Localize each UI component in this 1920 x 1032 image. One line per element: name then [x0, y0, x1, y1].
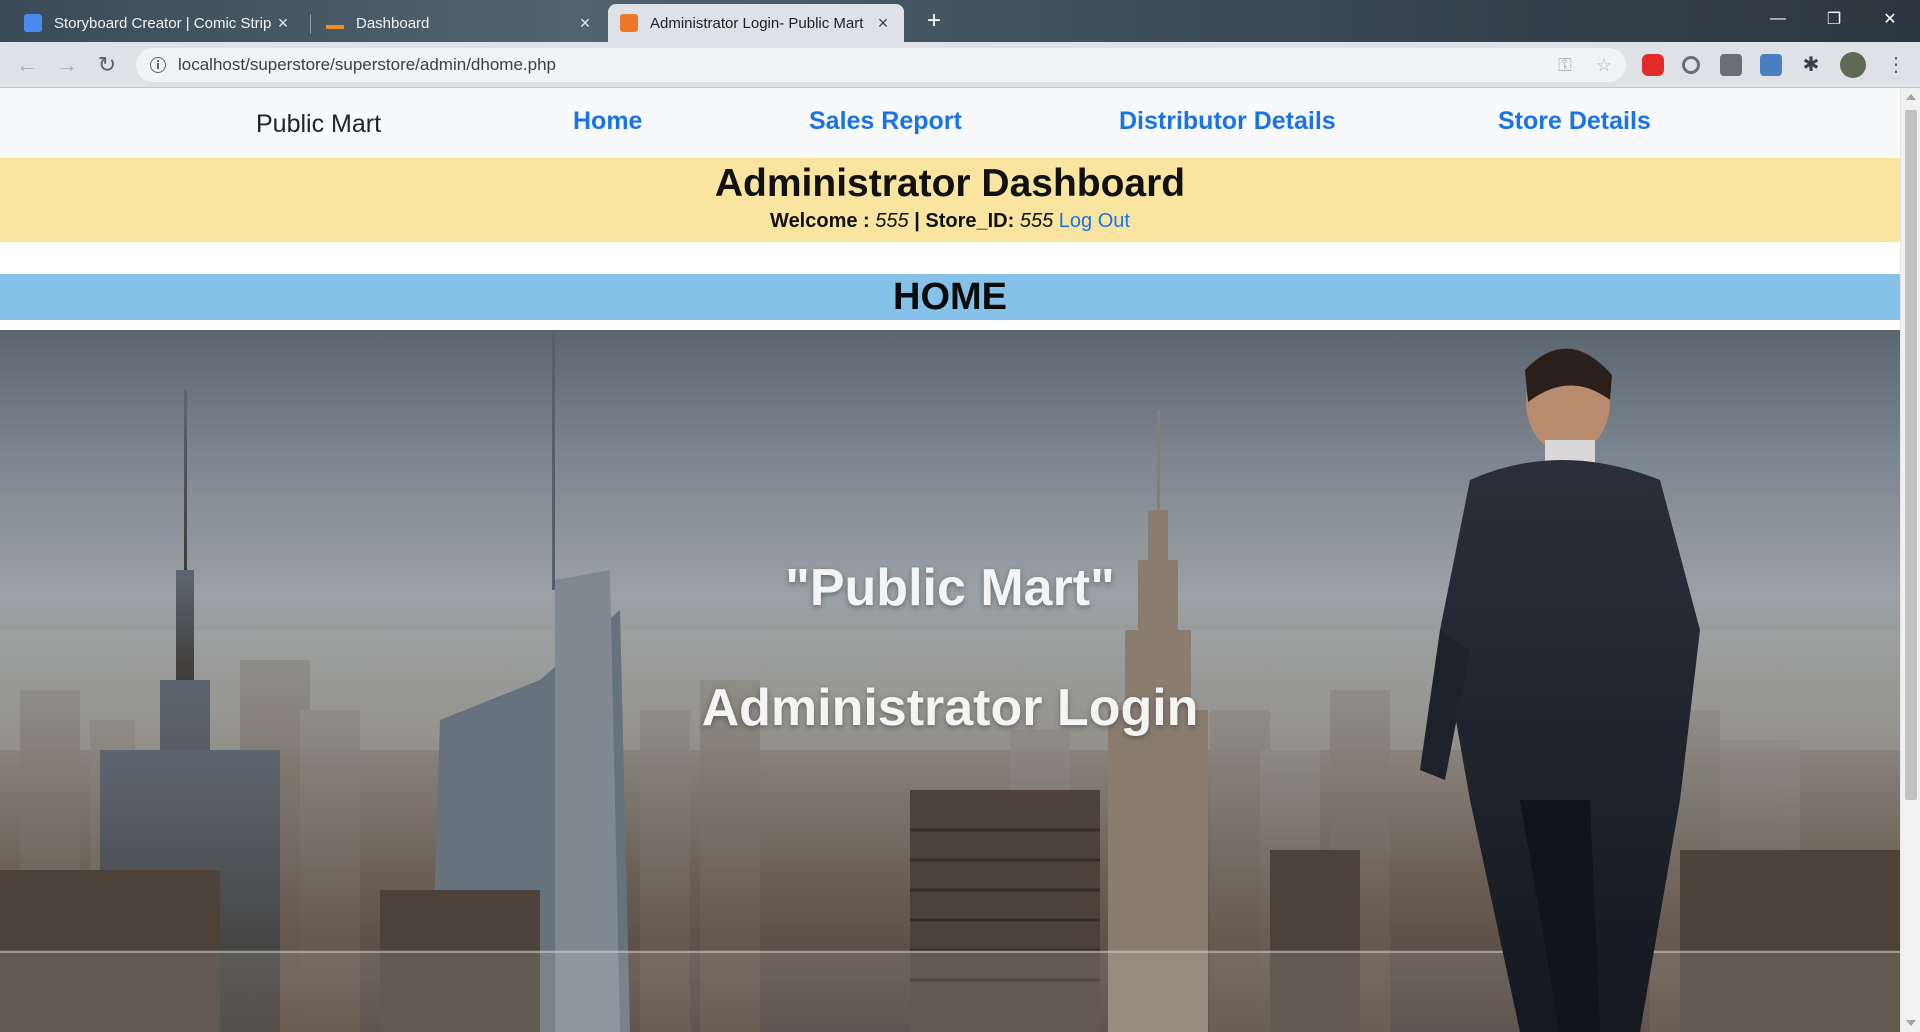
- shield-extension-icon[interactable]: [1642, 54, 1664, 76]
- scroll-down-arrow-icon[interactable]: [1906, 1020, 1916, 1026]
- url-text: localhost/superstore/superstore/admin/dh…: [178, 55, 556, 74]
- facebook-extension-icon[interactable]: [1720, 54, 1742, 76]
- close-window-button[interactable]: ✕: [1862, 0, 1918, 38]
- storyboard-favicon-icon: [24, 14, 42, 32]
- welcome-line: Welcome : 555 | Store_ID: 555 Log Out: [0, 210, 1900, 233]
- tab-separator: [310, 14, 311, 34]
- reload-button[interactable]: ↻: [92, 50, 122, 80]
- nav-link-home[interactable]: Home: [573, 107, 642, 136]
- nav-link-store-details[interactable]: Store Details: [1498, 107, 1651, 136]
- tab-title: Administrator Login- Public Mart: [650, 14, 864, 32]
- logout-link[interactable]: Log Out: [1059, 210, 1130, 232]
- close-icon[interactable]: ×: [576, 14, 594, 32]
- hero-banner: "Public Mart" Administrator Login: [0, 330, 1900, 1032]
- site-navbar: Public Mart Home Sales Report Distributo…: [0, 88, 1900, 158]
- welcome-label: Welcome :: [770, 210, 870, 232]
- key-icon[interactable]: ⚿: [1558, 55, 1572, 76]
- xampp-favicon-icon: [620, 14, 638, 32]
- close-icon[interactable]: ×: [874, 14, 892, 32]
- hero-subtitle: Administrator Login: [701, 679, 1199, 737]
- browser-toolbar: ← → ↻ localhost/superstore/superstore/ad…: [0, 42, 1920, 88]
- close-icon[interactable]: ×: [274, 14, 292, 32]
- download-extension-icon[interactable]: [1760, 54, 1782, 76]
- hero-quote: "Public Mart": [785, 559, 1115, 617]
- store-label: | Store_ID:: [914, 210, 1015, 232]
- browser-tab[interactable]: Dashboard ×: [314, 4, 606, 42]
- info-icon[interactable]: [150, 57, 166, 73]
- scroll-thumb[interactable]: [1905, 110, 1917, 800]
- profile-avatar[interactable]: [1840, 52, 1866, 78]
- browser-titlebar: Storyboard Creator | Comic Strip × Dashb…: [0, 0, 1920, 42]
- section-title-bar: HOME: [0, 274, 1900, 320]
- page-content: Public Mart Home Sales Report Distributo…: [0, 88, 1900, 1032]
- brand-name[interactable]: Public Mart: [256, 110, 381, 139]
- browser-tab[interactable]: Storyboard Creator | Comic Strip ×: [12, 4, 304, 42]
- address-bar[interactable]: localhost/superstore/superstore/admin/dh…: [136, 48, 1626, 82]
- tab-title: Dashboard: [356, 14, 430, 32]
- record-extension-icon[interactable]: [1682, 56, 1700, 74]
- back-button[interactable]: ←: [12, 50, 42, 80]
- nav-link-distributor-details[interactable]: Distributor Details: [1119, 107, 1336, 136]
- store-id: 555: [1019, 210, 1054, 232]
- menu-dots-icon[interactable]: ⋮: [1886, 54, 1906, 76]
- user-id: 555: [875, 210, 909, 232]
- browser-tab-active[interactable]: Administrator Login- Public Mart ×: [608, 4, 904, 42]
- page-scrollbar[interactable]: [1900, 88, 1920, 1032]
- restore-button[interactable]: ❐: [1806, 0, 1862, 38]
- puzzle-extensions-icon[interactable]: ✱: [1800, 54, 1822, 76]
- section-title: HOME: [893, 276, 1007, 318]
- minimize-button[interactable]: —: [1750, 0, 1806, 38]
- tab-title: Storyboard Creator | Comic Strip: [54, 14, 272, 32]
- dashboard-favicon-icon: [326, 17, 344, 29]
- scroll-up-arrow-icon[interactable]: [1906, 94, 1916, 100]
- dashboard-header: Administrator Dashboard Welcome : 555 | …: [0, 158, 1900, 242]
- nav-link-sales-report[interactable]: Sales Report: [809, 107, 962, 136]
- page-title: Administrator Dashboard: [714, 162, 1186, 205]
- forward-button[interactable]: →: [52, 50, 82, 80]
- new-tab-button[interactable]: +: [920, 8, 948, 36]
- star-icon[interactable]: ☆: [1596, 55, 1612, 76]
